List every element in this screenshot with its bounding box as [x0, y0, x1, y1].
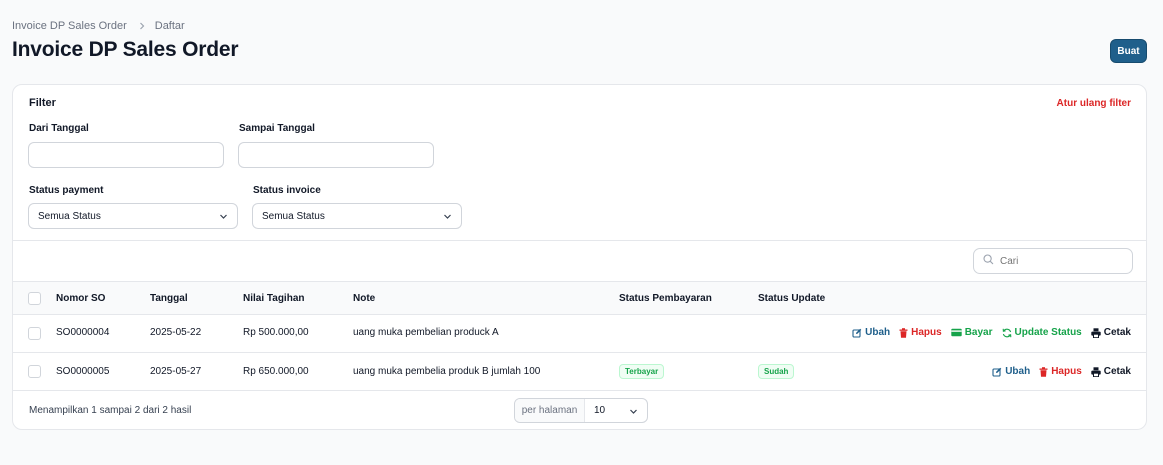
trash-icon: [1039, 366, 1048, 377]
chevron-right-icon: [138, 22, 146, 30]
date-from-input[interactable]: [28, 142, 224, 168]
reset-filter-link[interactable]: Atur ulang filter: [1057, 98, 1131, 109]
payment-status-label: Status payment: [29, 185, 104, 196]
invoice-note: uang muka pembelia produk B jumlah 100: [353, 366, 541, 377]
invoice-note: uang muka pembelian produck A: [353, 327, 499, 338]
per-page-value: 10: [594, 405, 606, 416]
chevron-down-icon: [219, 212, 228, 221]
print-button[interactable]: Cetak: [1091, 366, 1131, 377]
invoice-status-label: Status invoice: [253, 185, 321, 196]
breadcrumb-current: Daftar: [154, 20, 185, 32]
divider: [13, 240, 1146, 241]
table-row: SO0000005 2025-05-27 Rp 650.000,00 uang …: [13, 353, 1146, 391]
column-header[interactable]: Status Update: [758, 293, 825, 304]
edit-icon: [852, 328, 862, 338]
print-button[interactable]: Cetak: [1091, 327, 1131, 338]
chevron-down-icon: [443, 212, 452, 221]
invoice-date: 2025-05-27: [150, 366, 202, 377]
invoice-status-select[interactable]: Semua Status: [252, 203, 462, 229]
per-page-label: per halaman: [515, 399, 585, 422]
edit-button[interactable]: Ubah: [992, 366, 1030, 377]
payment-status-badge: Terbayar: [619, 364, 665, 379]
date-to-label: Sampai Tanggal: [239, 123, 315, 134]
so-number: SO0000005: [56, 366, 110, 377]
update-status-button[interactable]: Update Status: [1002, 327, 1082, 338]
column-header[interactable]: Note: [353, 293, 375, 304]
printer-icon: [1091, 327, 1101, 338]
pay-button[interactable]: Bayar: [951, 327, 993, 338]
row-checkbox[interactable]: [28, 365, 41, 378]
breadcrumb: Invoice DP Sales Order Daftar: [12, 20, 185, 32]
delete-button[interactable]: Hapus: [1039, 366, 1082, 377]
invoice-status-value: Semua Status: [262, 210, 325, 222]
update-status-badge: Sudah: [758, 364, 795, 379]
table-row: SO0000004 2025-05-22 Rp 500.000,00 uang …: [13, 315, 1146, 353]
per-page-select[interactable]: per halaman 10: [514, 398, 648, 423]
invoice-amount: Rp 650.000,00: [243, 366, 309, 377]
invoice-list-card: Filter Atur ulang filter Dari Tanggal Sa…: [12, 84, 1147, 430]
select-all-checkbox[interactable]: [28, 292, 41, 305]
date-from-label: Dari Tanggal: [29, 123, 89, 134]
chevron-down-icon: [629, 407, 638, 416]
filter-title: Filter: [29, 97, 56, 109]
refresh-icon: [1002, 328, 1011, 337]
edit-icon: [992, 367, 1002, 377]
row-checkbox[interactable]: [28, 327, 41, 340]
date-to-input[interactable]: [238, 142, 434, 168]
page-title: Invoice DP Sales Order: [12, 38, 239, 61]
invoice-amount: Rp 500.000,00: [243, 327, 309, 338]
payment-status-value: Semua Status: [38, 210, 101, 222]
search-box[interactable]: [973, 248, 1133, 274]
column-header[interactable]: Nilai Tagihan: [243, 293, 305, 304]
search-input[interactable]: [1000, 255, 1120, 267]
trash-icon: [899, 327, 908, 338]
row-actions: Ubah Hapus Cetak: [992, 366, 1131, 377]
edit-button[interactable]: Ubah: [852, 327, 890, 338]
row-actions: Ubah Hapus Bayar Update Status Cetak: [852, 327, 1131, 338]
column-header[interactable]: Nomor SO: [56, 293, 105, 304]
per-page-value-box[interactable]: 10: [585, 399, 647, 422]
invoice-date: 2025-05-22: [150, 327, 202, 338]
money-icon: [951, 328, 962, 337]
delete-button[interactable]: Hapus: [899, 327, 942, 338]
so-number: SO0000004: [56, 327, 110, 338]
create-button[interactable]: Buat: [1110, 39, 1147, 63]
column-header[interactable]: Tanggal: [150, 293, 188, 304]
table-header: Nomor SO Tanggal Nilai Tagihan Note Stat…: [13, 281, 1146, 315]
breadcrumb-parent[interactable]: Invoice DP Sales Order: [12, 20, 127, 32]
payment-status-select[interactable]: Semua Status: [28, 203, 238, 229]
printer-icon: [1091, 366, 1101, 377]
column-header[interactable]: Status Pembayaran: [619, 293, 712, 304]
search-icon: [983, 252, 994, 270]
pagination-summary: Menampilkan 1 sampai 2 dari 2 hasil: [29, 405, 192, 416]
